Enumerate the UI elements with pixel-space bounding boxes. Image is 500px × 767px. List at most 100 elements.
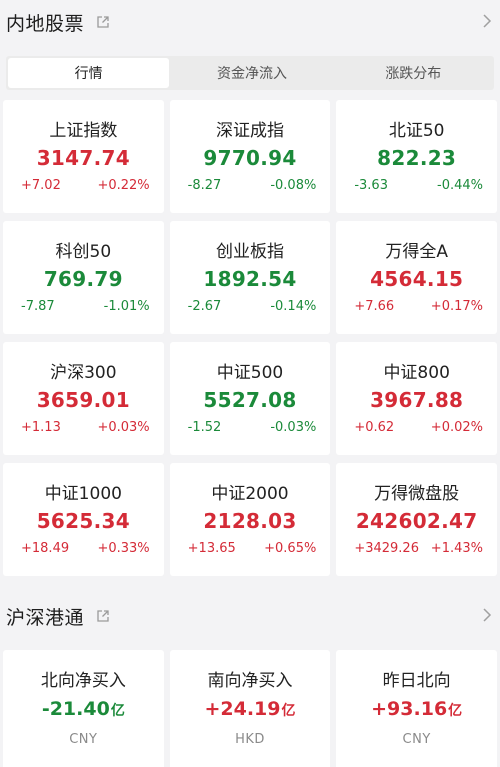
- index-changes: -1.52 -0.03%: [170, 420, 331, 435]
- hk-connect-card[interactable]: 昨日北向 +93.16 亿 CNY: [336, 650, 497, 767]
- index-change-pct: -0.44%: [437, 178, 483, 193]
- index-name: 中证800: [383, 363, 450, 383]
- index-changes: +18.49 +0.33%: [3, 541, 164, 556]
- index-card[interactable]: 中证800 3967.88 +0.62 +0.02%: [336, 342, 497, 455]
- index-changes: +7.02 +0.22%: [3, 178, 164, 193]
- index-change: +18.49: [21, 541, 70, 556]
- mainland-tabs: 行情 资金净流入 涨跌分布: [6, 56, 494, 90]
- index-change: -1.52: [187, 420, 222, 435]
- index-name: 中证500: [216, 363, 284, 383]
- hk-connect-grid: 北向净买入 -21.40 亿 CNY 南向净买入 +24.19 亿 HKD 昨日北向 +93.16…: [0, 638, 500, 767]
- index-changes: -3.63 -0.44%: [336, 178, 497, 193]
- mainland-title: 内地股票: [6, 12, 85, 35]
- hk-connect-section: 沪深港通 北向净买入 -21.40 亿 CNY 南向净买入 +24.19 亿 HKD 昨日北向 +…: [0, 594, 500, 767]
- hk-connect-currency: HKD: [235, 732, 265, 747]
- index-change-pct: +0.17%: [430, 299, 483, 314]
- index-card[interactable]: 上证指数 3147.74 +7.02 +0.22%: [3, 100, 164, 213]
- index-card[interactable]: 万得微盘股 242602.47 +3429.26 +1.43%: [336, 463, 497, 576]
- index-change-pct: +0.65%: [264, 541, 317, 556]
- index-change-pct: -0.08%: [270, 178, 317, 193]
- index-change-pct: -0.03%: [270, 420, 317, 435]
- index-price: 3659.01: [36, 388, 130, 412]
- index-change: -3.63: [354, 178, 388, 193]
- hk-connect-unit: 亿: [281, 703, 296, 719]
- hk-connect-amount: -21.40: [41, 698, 110, 720]
- index-change-pct: +0.02%: [430, 420, 483, 435]
- index-change: -8.27: [187, 178, 222, 193]
- hk-connect-currency: CNY: [69, 732, 98, 747]
- index-card[interactable]: 中证2000 2128.03 +13.65 +0.65%: [169, 463, 331, 576]
- hk-connect-value: -21.40 亿: [42, 698, 125, 722]
- index-change: +7.02: [21, 178, 61, 193]
- index-change-pct: +0.22%: [97, 178, 150, 193]
- hk-connect-value: +24.19 亿: [204, 698, 295, 722]
- index-name: 万得全A: [385, 242, 448, 262]
- hk-connect-name: 昨日北向: [382, 671, 451, 691]
- index-change: +1.13: [21, 420, 61, 435]
- hk-connect-card[interactable]: 北向净买入 -21.40 亿 CNY: [3, 650, 164, 767]
- chevron-right-icon[interactable]: [482, 607, 492, 623]
- index-change: +13.65: [187, 541, 236, 556]
- hk-connect-name: 北向净买入: [40, 671, 126, 691]
- hk-connect-amount: +93.16: [371, 698, 448, 720]
- tab-distribution[interactable]: 涨跌分布: [333, 56, 494, 90]
- index-card[interactable]: 创业板指 1892.54 -2.67 -0.14%: [169, 221, 331, 334]
- index-changes: -8.27 -0.08%: [170, 178, 331, 193]
- index-changes: +7.66 +0.17%: [336, 299, 497, 314]
- index-price: 1892.54: [203, 267, 297, 291]
- hk-connect-value: +93.16 亿: [371, 698, 462, 722]
- index-name: 中证2000: [211, 484, 289, 504]
- index-price: 769.79: [43, 267, 123, 291]
- hk-connect-unit: 亿: [110, 703, 125, 719]
- index-card[interactable]: 中证1000 5625.34 +18.49 +0.33%: [3, 463, 164, 576]
- index-change-pct: +0.03%: [97, 420, 150, 435]
- index-name: 沪深300: [50, 363, 117, 383]
- index-price: 9770.94: [203, 146, 297, 170]
- external-link-icon[interactable]: [96, 609, 110, 623]
- hk-connect-card[interactable]: 南向净买入 +24.19 亿 HKD: [169, 650, 331, 767]
- index-changes: +1.13 +0.03%: [3, 420, 164, 435]
- index-card[interactable]: 沪深300 3659.01 +1.13 +0.03%: [3, 342, 164, 455]
- index-card[interactable]: 万得全A 4564.15 +7.66 +0.17%: [336, 221, 497, 334]
- index-change: +7.66: [354, 299, 395, 314]
- index-changes: -2.67 -0.14%: [170, 299, 331, 314]
- index-name: 万得微盘股: [374, 484, 460, 504]
- tab-net-inflow[interactable]: 资金净流入: [171, 56, 332, 90]
- chevron-right-icon[interactable]: [482, 13, 492, 29]
- index-card[interactable]: 深证成指 9770.94 -8.27 -0.08%: [169, 100, 331, 213]
- index-price: 4564.15: [370, 267, 464, 291]
- mainland-header[interactable]: 内地股票: [0, 0, 500, 44]
- index-change: -7.87: [21, 299, 55, 314]
- index-card[interactable]: 科创50 769.79 -7.87 -1.01%: [3, 221, 164, 334]
- hk-connect-name: 南向净买入: [207, 671, 293, 691]
- index-name: 创业板指: [215, 242, 284, 262]
- index-change: -2.67: [187, 299, 222, 314]
- index-changes: +3429.26 +1.43%: [336, 541, 497, 556]
- tab-quotes[interactable]: 行情: [8, 58, 170, 88]
- index-change-pct: +0.33%: [97, 541, 150, 556]
- index-change-pct: -0.14%: [270, 299, 317, 314]
- index-change-pct: +1.43%: [430, 541, 483, 556]
- index-price: 5527.08: [203, 388, 297, 412]
- index-change: +0.62: [354, 420, 395, 435]
- hk-connect-header[interactable]: 沪深港通: [0, 594, 500, 638]
- hk-connect-unit: 亿: [448, 703, 463, 719]
- index-card[interactable]: 中证500 5527.08 -1.52 -0.03%: [169, 342, 331, 455]
- index-grid: 上证指数 3147.74 +7.02 +0.22% 深证成指 9770.94 -8.27 -0…: [0, 90, 500, 576]
- index-changes: -7.87 -1.01%: [3, 299, 164, 314]
- index-price: 3967.88: [370, 388, 464, 412]
- index-change-pct: -1.01%: [103, 299, 150, 314]
- mainland-stocks-section: 内地股票 行情 资金净流入 涨跌分布 上证指数 3147.74 +7.02 +0.22…: [0, 0, 500, 576]
- index-price: 2128.03: [203, 509, 297, 533]
- index-price: 242602.47: [355, 509, 478, 533]
- index-card[interactable]: 北证50 822.23 -3.63 -0.44%: [336, 100, 497, 213]
- index-name: 北证50: [388, 121, 445, 141]
- index-price: 822.23: [377, 146, 457, 170]
- index-name: 上证指数: [49, 121, 118, 141]
- index-changes: +13.65 +0.65%: [170, 541, 331, 556]
- index-name: 科创50: [55, 242, 112, 262]
- external-link-icon[interactable]: [96, 15, 110, 29]
- hk-connect-amount: +24.19: [204, 698, 281, 720]
- index-change: +3429.26: [354, 541, 419, 556]
- hk-connect-title: 沪深港通: [6, 606, 85, 629]
